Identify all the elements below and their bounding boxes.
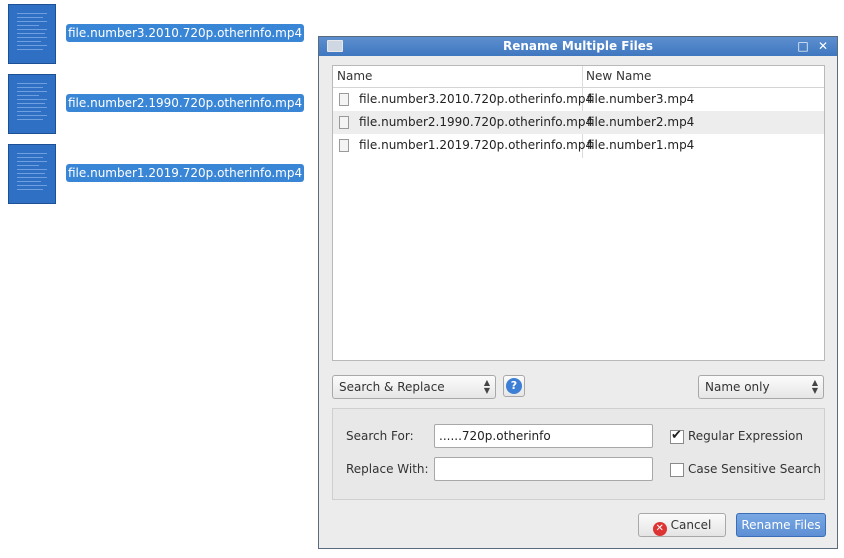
regex-checkbox[interactable]: ✔ bbox=[670, 428, 684, 444]
table-row[interactable]: file.number2.1990.720p.otherinfo.mp4 fil… bbox=[333, 111, 824, 134]
desktop-file-label[interactable]: file.number2.1990.720p.otherinfo.mp4 bbox=[66, 94, 305, 112]
column-name[interactable]: Name bbox=[337, 66, 372, 87]
case-sensitive-label[interactable]: Case Sensitive Search bbox=[688, 462, 821, 476]
cancel-icon: ✕ bbox=[652, 522, 667, 536]
document-icon bbox=[8, 144, 56, 204]
table-row[interactable]: file.number1.2019.720p.otherinfo.mp4 fil… bbox=[333, 134, 824, 157]
file-icon bbox=[339, 116, 349, 129]
cancel-label: Cancel bbox=[670, 518, 712, 532]
replace-input[interactable] bbox=[434, 457, 653, 481]
maximize-icon[interactable]: □ bbox=[795, 39, 811, 54]
mode-select[interactable]: Search & Replace ▲ ▼ bbox=[332, 375, 496, 399]
rename-label: Rename Files bbox=[741, 518, 821, 532]
row-new-name: file.number3.mp4 bbox=[587, 92, 695, 106]
close-icon[interactable]: ✕ bbox=[815, 39, 831, 54]
checkmark-icon: ✔ bbox=[671, 428, 682, 443]
document-icon bbox=[8, 4, 56, 64]
search-input-value: ......720p.otherinfo bbox=[439, 429, 551, 443]
file-icon bbox=[339, 93, 349, 106]
case-sensitive-checkbox[interactable] bbox=[670, 463, 684, 477]
help-button[interactable]: ? bbox=[503, 375, 525, 397]
folder-icon bbox=[327, 40, 343, 52]
cancel-button[interactable]: ✕ Cancel bbox=[638, 513, 726, 537]
table-row[interactable]: file.number3.2010.720p.otherinfo.mp4 fil… bbox=[333, 88, 824, 111]
desktop-file-label[interactable]: file.number1.2019.720p.otherinfo.mp4 bbox=[66, 164, 305, 182]
row-name: file.number1.2019.720p.otherinfo.mp4 bbox=[359, 138, 594, 152]
row-name: file.number2.1990.720p.otherinfo.mp4 bbox=[359, 115, 594, 129]
help-icon: ? bbox=[506, 378, 522, 394]
search-input[interactable]: ......720p.otherinfo bbox=[434, 424, 653, 448]
spin-arrows-icon: ▲ ▼ bbox=[483, 378, 490, 395]
replace-label: Replace With: bbox=[346, 462, 429, 476]
scope-select[interactable]: Name only ▲ ▼ bbox=[698, 375, 824, 399]
titlebar[interactable]: Rename Multiple Files □ ✕ bbox=[319, 37, 837, 56]
list-header: Name New Name bbox=[333, 66, 824, 88]
row-name: file.number3.2010.720p.otherinfo.mp4 bbox=[359, 92, 594, 106]
rename-dialog: Rename Multiple Files □ ✕ Name New Name … bbox=[318, 36, 838, 549]
file-list[interactable]: Name New Name file.number3.2010.720p.oth… bbox=[332, 65, 825, 361]
rename-files-button[interactable]: Rename Files bbox=[736, 513, 826, 537]
scope-select-value: Name only bbox=[705, 380, 770, 394]
column-new-name[interactable]: New Name bbox=[586, 66, 651, 87]
document-icon bbox=[8, 74, 56, 134]
file-icon bbox=[339, 139, 349, 152]
spin-arrows-icon: ▲ ▼ bbox=[811, 378, 818, 395]
desktop-file-label[interactable]: file.number3.2010.720p.otherinfo.mp4 bbox=[66, 24, 305, 42]
mode-select-value: Search & Replace bbox=[339, 380, 445, 394]
regex-label[interactable]: Regular Expression bbox=[688, 429, 803, 443]
search-label: Search For: bbox=[346, 429, 414, 443]
row-new-name: file.number2.mp4 bbox=[587, 115, 695, 129]
dialog-title: Rename Multiple Files bbox=[502, 39, 653, 53]
row-new-name: file.number1.mp4 bbox=[587, 138, 695, 152]
options-panel: Search For: ......720p.otherinfo ✔ Regul… bbox=[332, 408, 825, 500]
